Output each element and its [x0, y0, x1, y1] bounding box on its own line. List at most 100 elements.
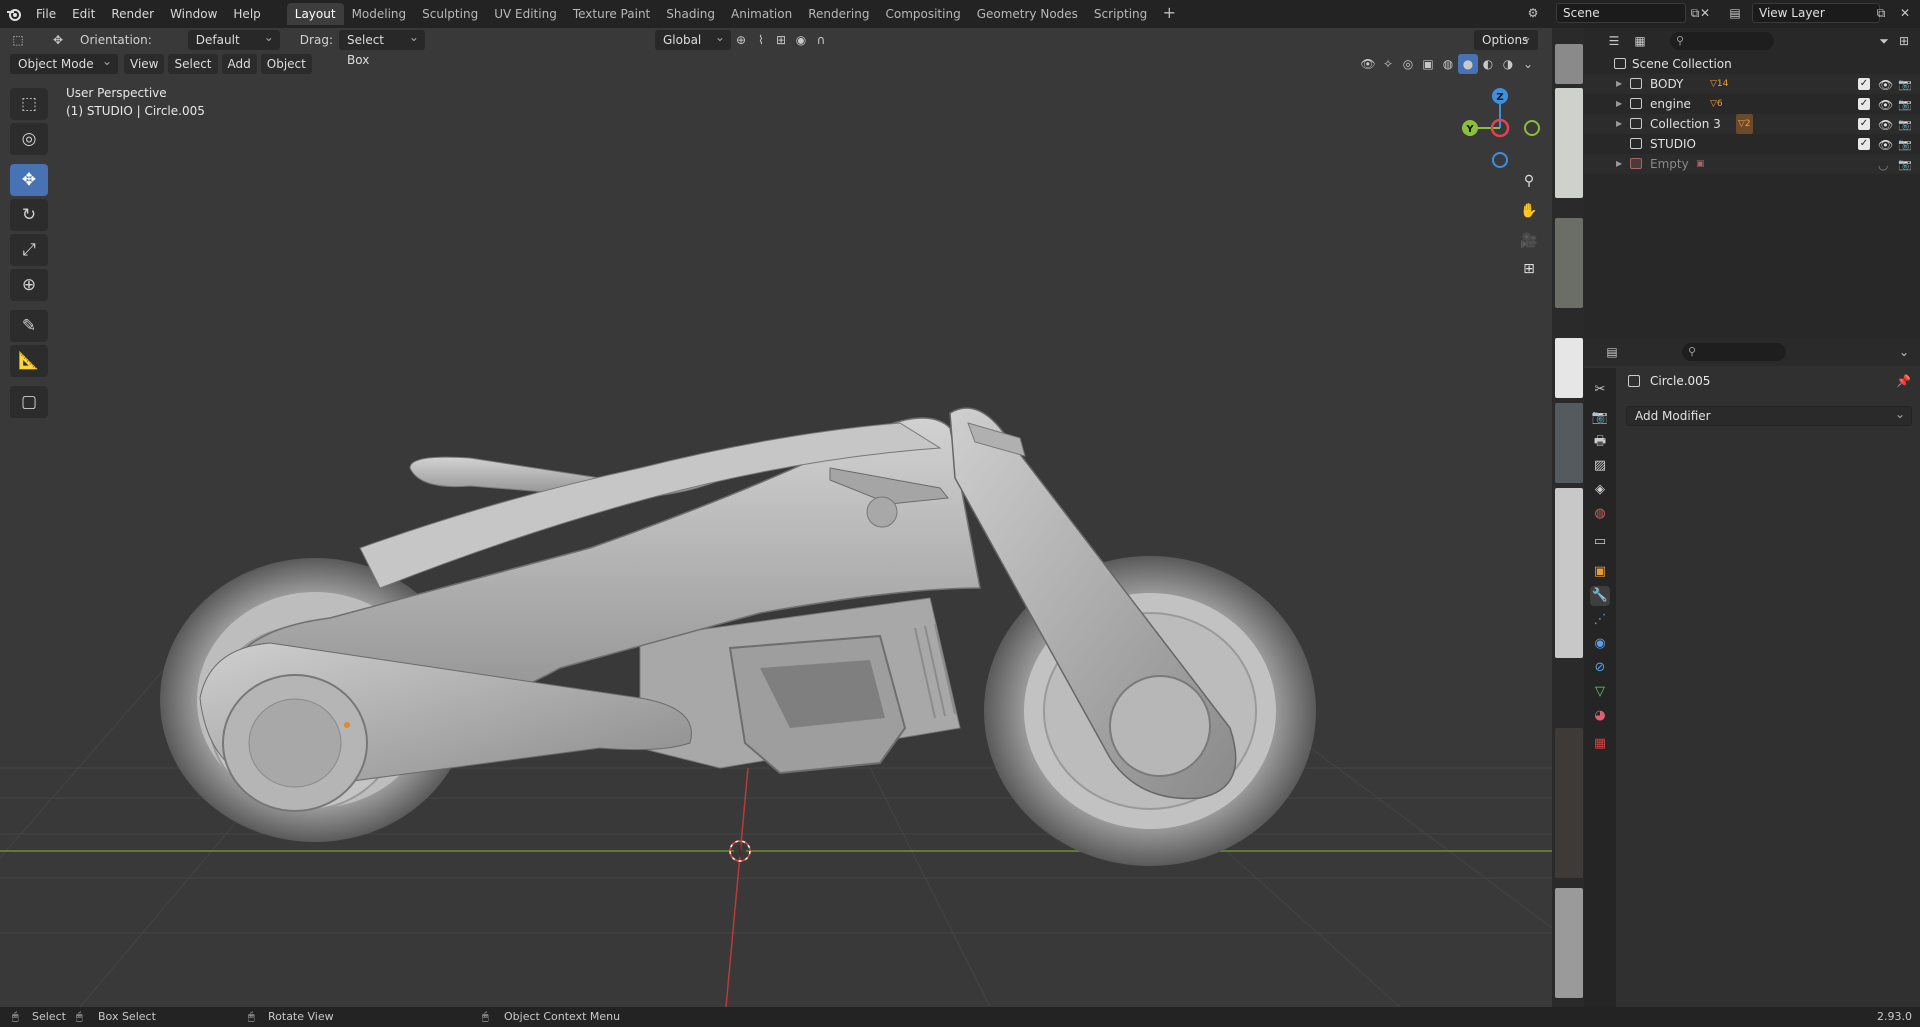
pivot-icon[interactable]: ⊕: [731, 30, 751, 50]
menu-help[interactable]: Help: [225, 2, 268, 26]
3d-viewport[interactable]: Z Y ⬚ ✥ Orientation: Default Drag: Selec…: [0, 28, 1552, 1007]
expand-arrow-icon[interactable]: ▶: [1616, 154, 1622, 174]
copy-view-layer-icon[interactable]: ⧉: [1872, 4, 1890, 22]
ortho-grid-icon[interactable]: ⊞: [1516, 256, 1542, 282]
zoom-icon[interactable]: ⚲: [1516, 168, 1542, 194]
tab-sculpting[interactable]: Sculpting: [414, 3, 486, 25]
view-menu[interactable]: View: [124, 54, 165, 74]
measure-tool[interactable]: 📐: [10, 345, 48, 377]
tab-animation[interactable]: Animation: [723, 3, 800, 25]
camera-view-icon[interactable]: 🎥: [1516, 228, 1542, 254]
remove-view-layer-icon[interactable]: ✕: [1896, 4, 1914, 22]
outliner-item-studio[interactable]: STUDIO ✓ 👁 📷: [1584, 134, 1920, 154]
collection-tab-icon[interactable]: ▭: [1590, 532, 1610, 552]
tab-compositing[interactable]: Compositing: [877, 3, 968, 25]
output-tab-icon[interactable]: 🖶: [1590, 432, 1610, 452]
new-collection-icon[interactable]: ⊞: [1894, 31, 1914, 51]
tab-layout[interactable]: Layout: [286, 3, 344, 25]
image-editor-strip[interactable]: [1552, 28, 1584, 1007]
mode-dropdown[interactable]: Object Mode: [10, 51, 118, 74]
expand-arrow-icon[interactable]: ▶: [1616, 74, 1622, 94]
scene-collection-row[interactable]: Scene Collection: [1584, 54, 1920, 74]
select-menu[interactable]: Select: [168, 54, 218, 74]
eye-icon[interactable]: 👁: [1878, 115, 1893, 135]
camera-icon[interactable]: 📷: [1898, 115, 1912, 135]
snap-icon[interactable]: ⌇: [751, 30, 771, 50]
eye-icon[interactable]: 👁: [1878, 75, 1893, 95]
xray-icon[interactable]: ▣: [1418, 54, 1438, 74]
render-tab-icon[interactable]: 📷: [1590, 408, 1610, 428]
tab-uv-editing[interactable]: UV Editing: [486, 3, 565, 25]
expand-arrow-icon[interactable]: ▶: [1616, 114, 1622, 134]
pan-hand-icon[interactable]: ✋: [1516, 198, 1542, 224]
add-modifier-dropdown[interactable]: Add Modifier ⌄: [1626, 406, 1912, 426]
physics-tab-icon[interactable]: ◉: [1590, 634, 1610, 654]
properties-search-input[interactable]: ⚲: [1682, 343, 1786, 361]
view-layer-icon[interactable]: ▤: [1726, 4, 1744, 22]
add-menu[interactable]: Add: [221, 54, 257, 74]
tab-texture-paint[interactable]: Texture Paint: [565, 3, 658, 25]
rotate-tool[interactable]: ↻: [10, 199, 48, 231]
modifier-tab-icon[interactable]: 🔧: [1590, 586, 1610, 606]
visibility-icon[interactable]: 👁: [1358, 54, 1378, 74]
outliner-item-engine[interactable]: ▶ engine ▽6 ✓ 👁 📷: [1584, 94, 1920, 114]
object-tab-icon[interactable]: ▣: [1590, 562, 1610, 582]
editor-type-icon[interactable]: ⬚: [8, 30, 28, 50]
menu-file[interactable]: File: [28, 2, 64, 26]
proportional-edit-icon[interactable]: ◉: [791, 30, 811, 50]
particles-tab-icon[interactable]: ⋰: [1590, 610, 1610, 630]
outliner-search-input[interactable]: ⚲: [1670, 32, 1774, 50]
object-menu[interactable]: Object: [260, 54, 312, 74]
pin-icon[interactable]: 📌: [1896, 374, 1911, 388]
material-tab-icon[interactable]: ◕: [1590, 706, 1610, 726]
options-dropdown[interactable]: Options: [1474, 28, 1538, 50]
falloff-icon[interactable]: ∩: [811, 30, 831, 50]
menu-render[interactable]: Render: [103, 2, 162, 26]
view-layer-tab-icon[interactable]: ▨: [1590, 456, 1610, 476]
expand-arrow-icon[interactable]: ▶: [1616, 94, 1622, 114]
world-tab-icon[interactable]: ◍: [1590, 504, 1610, 524]
drag-dropdown[interactable]: Select Box: [338, 28, 425, 67]
outliner-item-collection-3[interactable]: ▶ Collection 3 ▽2 ✓ 👁 📷: [1584, 114, 1920, 134]
scene-icon[interactable]: ⚙: [1524, 4, 1542, 22]
rendered-shading-icon[interactable]: ◑: [1498, 54, 1518, 74]
camera-icon[interactable]: 📷: [1898, 155, 1912, 175]
exclude-checkbox[interactable]: ✓: [1858, 78, 1870, 90]
move-tool[interactable]: ✥: [10, 164, 48, 196]
eye-icon[interactable]: 👁: [1878, 135, 1893, 155]
exclude-checkbox[interactable]: ✓: [1858, 138, 1870, 150]
solid-shading-icon[interactable]: ●: [1458, 54, 1478, 74]
add-workspace-button[interactable]: +: [1159, 4, 1179, 24]
blender-logo-icon[interactable]: [0, 0, 28, 28]
tab-scripting[interactable]: Scripting: [1086, 3, 1155, 25]
view-layer-selector[interactable]: View Layer: [1752, 3, 1880, 23]
add-cube-tool[interactable]: ▢: [10, 386, 48, 418]
camera-icon[interactable]: 📷: [1898, 135, 1912, 155]
menu-edit[interactable]: Edit: [64, 2, 103, 26]
texture-tab-icon[interactable]: ▦: [1590, 734, 1610, 754]
transform-space-dropdown[interactable]: Global: [654, 28, 731, 50]
properties-editor-icon[interactable]: ▤: [1602, 342, 1622, 362]
exclude-checkbox[interactable]: ✓: [1858, 98, 1870, 110]
gizmo-toggle-icon[interactable]: ✧: [1378, 54, 1398, 74]
scene-tab-icon[interactable]: ◈: [1590, 480, 1610, 500]
material-shading-icon[interactable]: ◐: [1478, 54, 1498, 74]
tool-tab-icon[interactable]: ✂: [1590, 380, 1610, 400]
eye-closed-icon[interactable]: ◡: [1878, 155, 1888, 175]
properties-options-icon[interactable]: ⌄: [1894, 342, 1914, 362]
constraints-tab-icon[interactable]: ⊘: [1590, 658, 1610, 678]
wireframe-shading-icon[interactable]: ◍: [1438, 54, 1458, 74]
outliner-item-body[interactable]: ▶ BODY ▽14 ✓ 👁 📷: [1584, 74, 1920, 94]
navigation-gizmo[interactable]: Z Y: [1462, 88, 1540, 168]
tab-shading[interactable]: Shading: [658, 3, 723, 25]
camera-icon[interactable]: 📷: [1898, 75, 1912, 95]
data-tab-icon[interactable]: ▽: [1590, 682, 1610, 702]
scale-tool[interactable]: ⤢: [10, 234, 48, 266]
select-box-tool[interactable]: ⬚: [10, 88, 48, 120]
annotate-tool[interactable]: ✎: [10, 310, 48, 342]
tab-rendering[interactable]: Rendering: [800, 3, 877, 25]
snap-target-icon[interactable]: ⊞: [771, 30, 791, 50]
filter-icon[interactable]: ⏷: [1874, 31, 1894, 51]
exclude-checkbox[interactable]: ✓: [1858, 118, 1870, 130]
move-tool-icon[interactable]: ✥: [48, 30, 68, 50]
